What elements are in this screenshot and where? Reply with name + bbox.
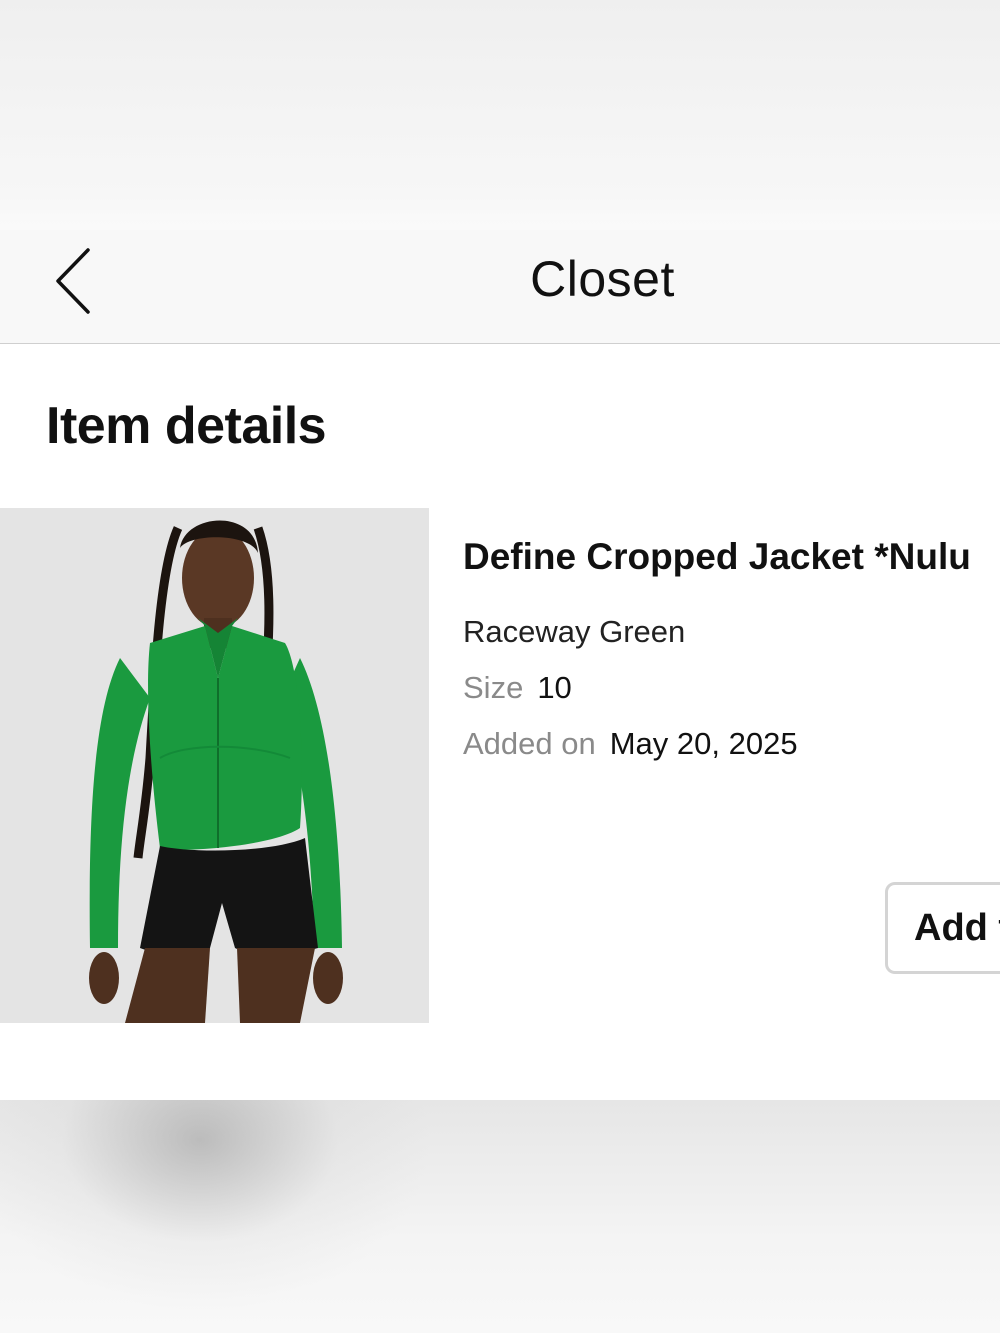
added-on-value: May 20, 2025 xyxy=(609,726,798,761)
navigation-bar: Closet xyxy=(0,230,1000,344)
product-photo-illustration xyxy=(0,508,429,1023)
add-button[interactable]: Add t xyxy=(885,882,1000,974)
size-row: Size 10 xyxy=(463,670,572,706)
background-blur-bottom xyxy=(0,1100,1000,1333)
added-on-row: Added on May 20, 2025 xyxy=(463,726,798,762)
size-value: 10 xyxy=(537,670,572,705)
background-blur-top xyxy=(0,0,1000,230)
section-heading: Item details xyxy=(46,397,327,455)
item-details-panel: Item details Define Cropped Jacket *Nulu… xyxy=(0,344,1000,1100)
product-image[interactable] xyxy=(0,508,429,1023)
product-name: Define Cropped Jacket *Nulu xyxy=(463,536,971,577)
screen: Closet Item details Define Cropped Jacke… xyxy=(0,0,1000,1333)
added-on-label: Added on xyxy=(463,726,596,761)
product-color: Raceway Green xyxy=(463,614,686,649)
nav-title: Closet xyxy=(530,251,675,307)
size-label: Size xyxy=(463,670,524,705)
